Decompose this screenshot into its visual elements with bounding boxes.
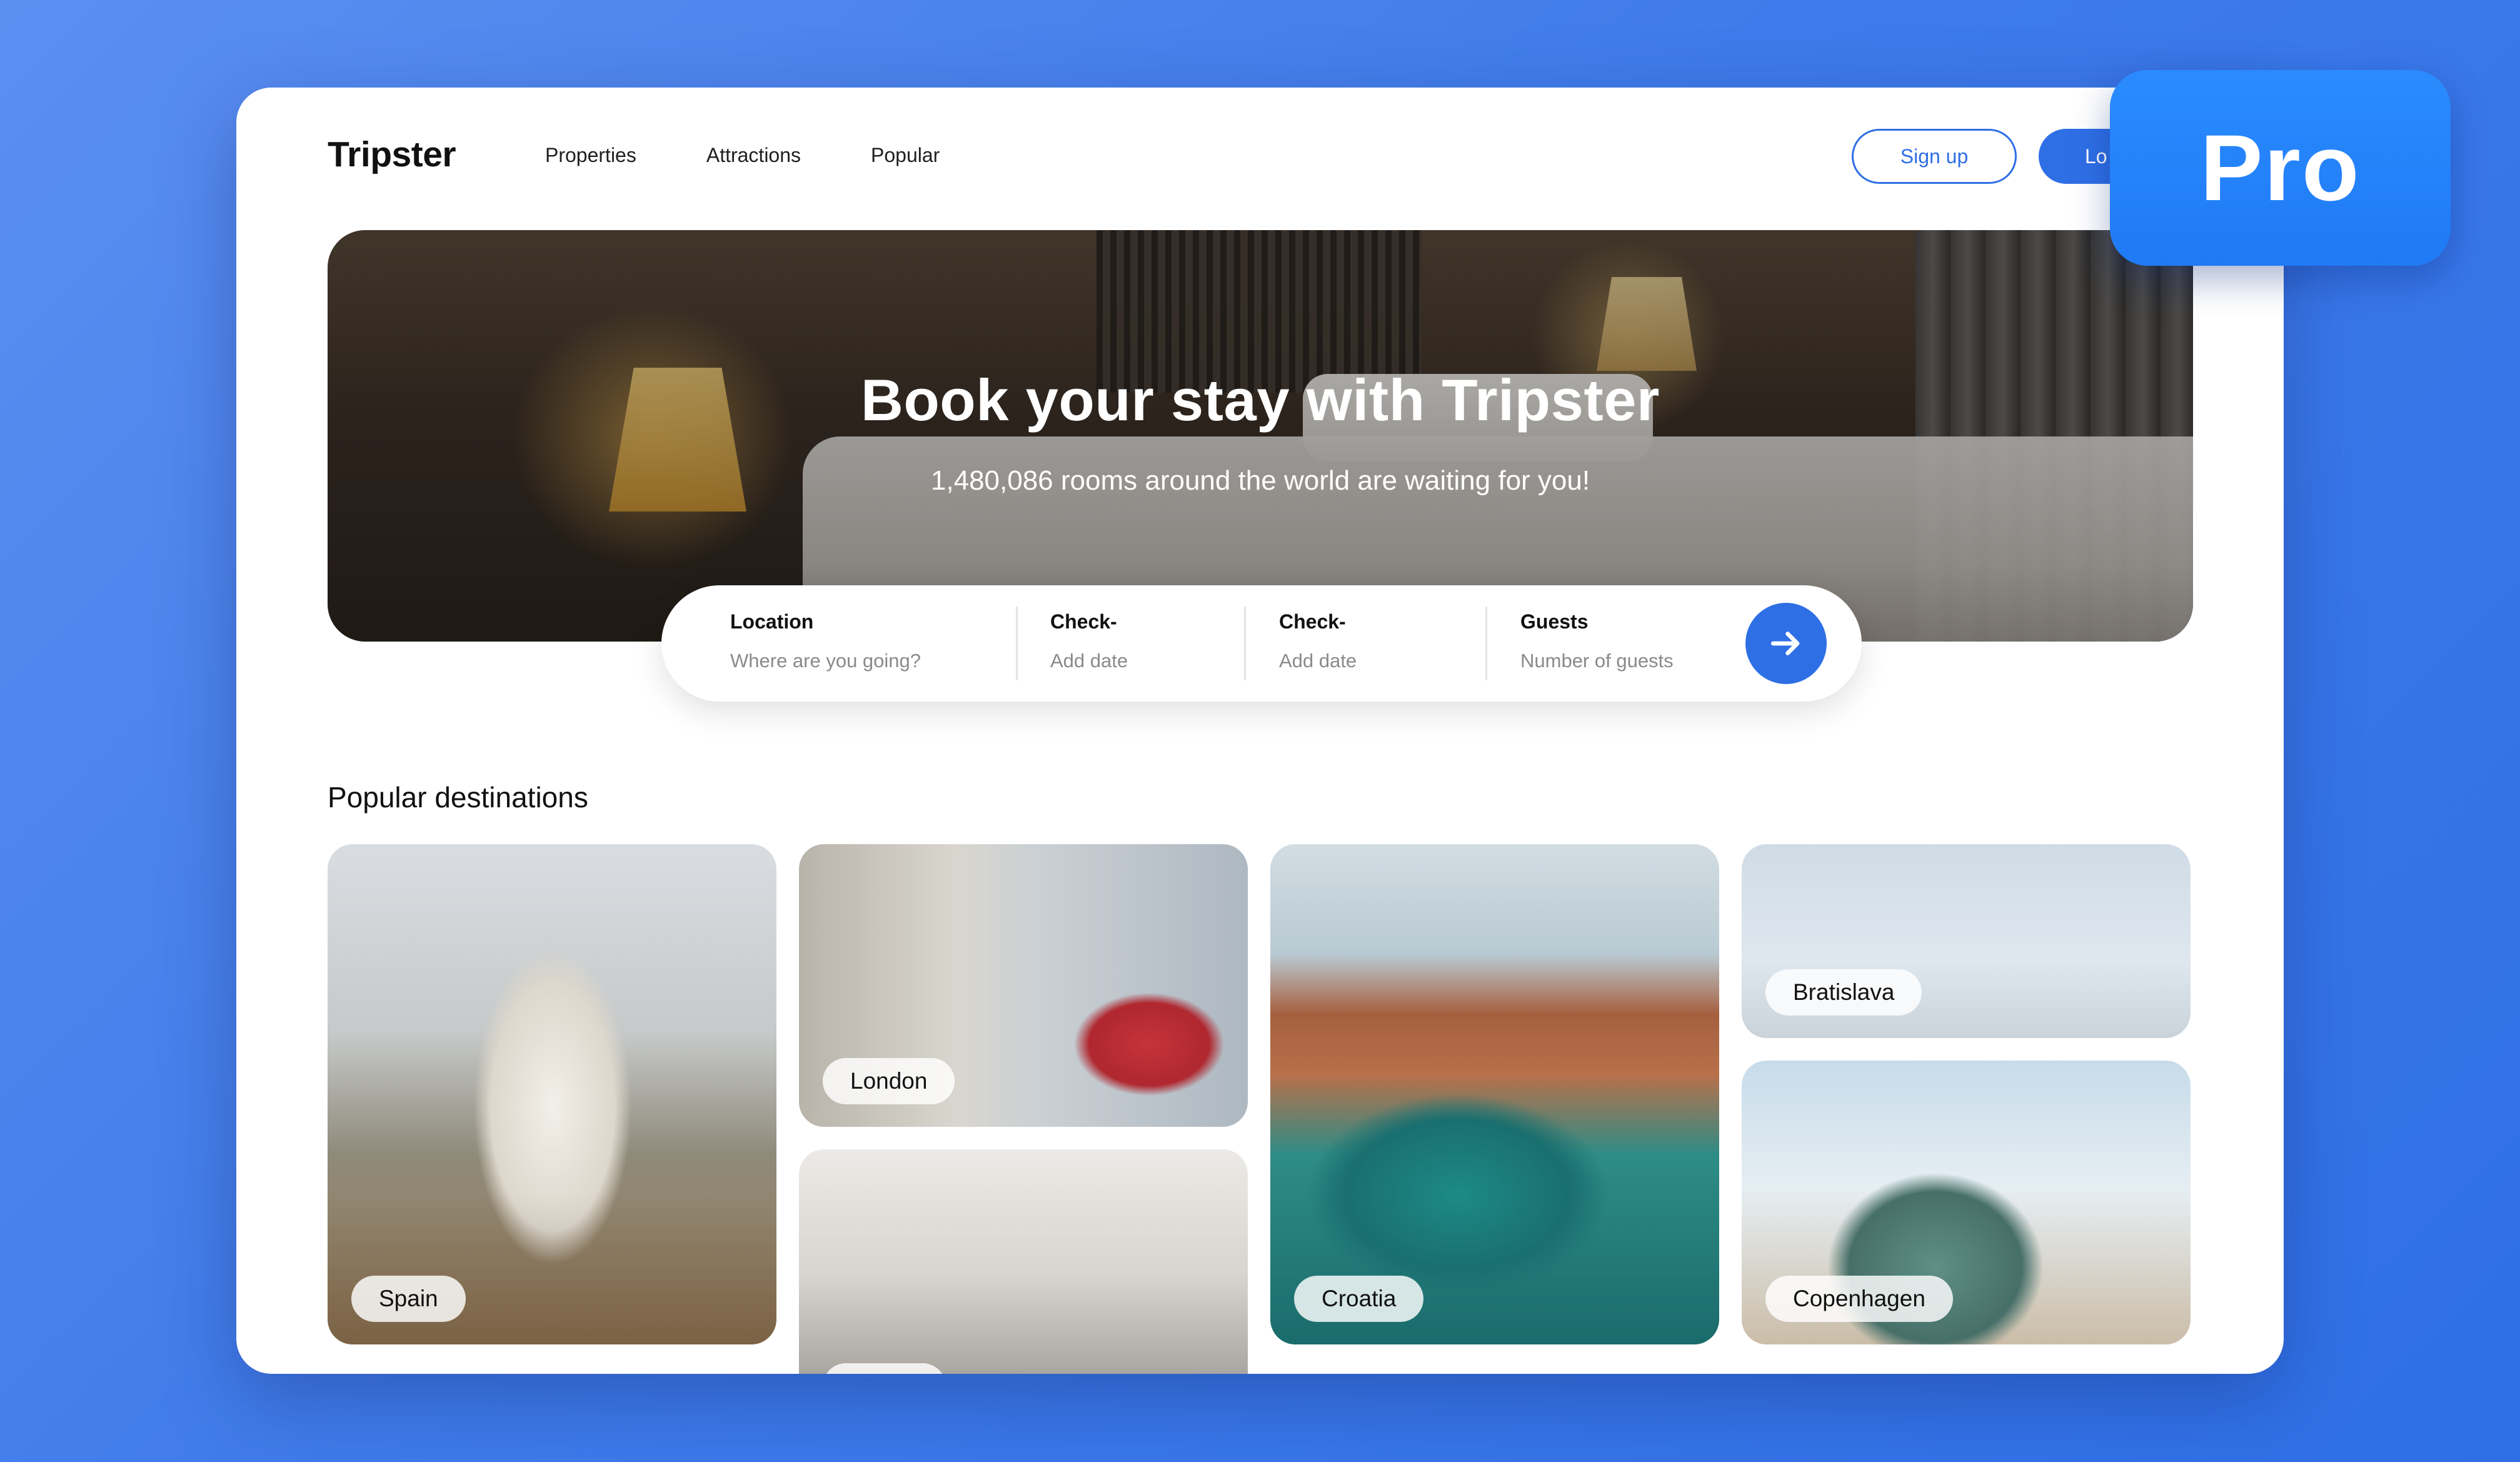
search-divider [1485,607,1487,680]
search-divider [1016,607,1018,680]
location-field[interactable]: Location Where are you going? [730,610,921,672]
check-out-input[interactable]: Add date [1279,650,1357,672]
nav-link-attractions[interactable]: Attractions [706,144,801,167]
signup-button[interactable]: Sign up [1852,129,2017,184]
guests-input[interactable]: Number of guests [1520,650,1674,672]
check-in-field[interactable]: Check- Add date [1050,610,1128,672]
destination-label: Lisbon [823,1363,946,1374]
pro-badge: Pro [2110,70,2451,266]
destination-card-copenhagen[interactable]: Copenhagen [1742,1061,2191,1344]
hero-subtitle: 1,480,086 rooms around the world are wai… [930,465,1590,496]
check-out-field[interactable]: Check- Add date [1279,610,1357,672]
nav-links: Properties Attractions Popular [545,144,1010,167]
check-in-label: Check- [1050,610,1117,633]
destination-label: Bratislava [1765,969,1922,1016]
destination-label: Spain [351,1276,466,1322]
nav-link-properties[interactable]: Properties [545,144,636,167]
check-out-label: Check- [1279,610,1346,633]
pro-badge-label: Pro [2200,115,2361,220]
hero-title: Book your stay with Tripster [860,367,1660,433]
destination-label: Copenhagen [1765,1276,1953,1322]
destination-label: Croatia [1294,1276,1424,1322]
nav-link-popular[interactable]: Popular [871,144,940,167]
location-label: Location [730,610,814,633]
top-navigation: Tripster Properties Attractions Popular … [236,88,2284,231]
hero-overlay [328,230,2193,642]
destination-card-lisbon[interactable]: Lisbon [799,1149,1248,1374]
destination-card-london[interactable]: London [799,844,1248,1127]
guests-label: Guests [1520,610,1589,633]
arrow-right-icon [1770,632,1800,655]
section-title: Popular destinations [328,781,588,814]
guests-field[interactable]: Guests Number of guests [1520,610,1674,672]
browser-card: Tripster Properties Attractions Popular … [236,88,2284,1374]
destination-label: London [823,1058,955,1104]
search-bar: Location Where are you going? Check- Add… [661,585,1862,702]
destination-card-spain[interactable]: Spain [328,844,776,1344]
check-in-input[interactable]: Add date [1050,650,1128,672]
destination-card-croatia[interactable]: Croatia [1270,844,1719,1344]
destination-card-bratislava[interactable]: Bratislava [1742,844,2191,1038]
search-submit-button[interactable] [1745,603,1827,684]
location-input[interactable]: Where are you going? [730,650,921,672]
hero-banner: Book your stay with Tripster 1,480,086 r… [328,230,2193,642]
logo[interactable]: Tripster [328,134,456,175]
search-divider [1244,607,1246,680]
